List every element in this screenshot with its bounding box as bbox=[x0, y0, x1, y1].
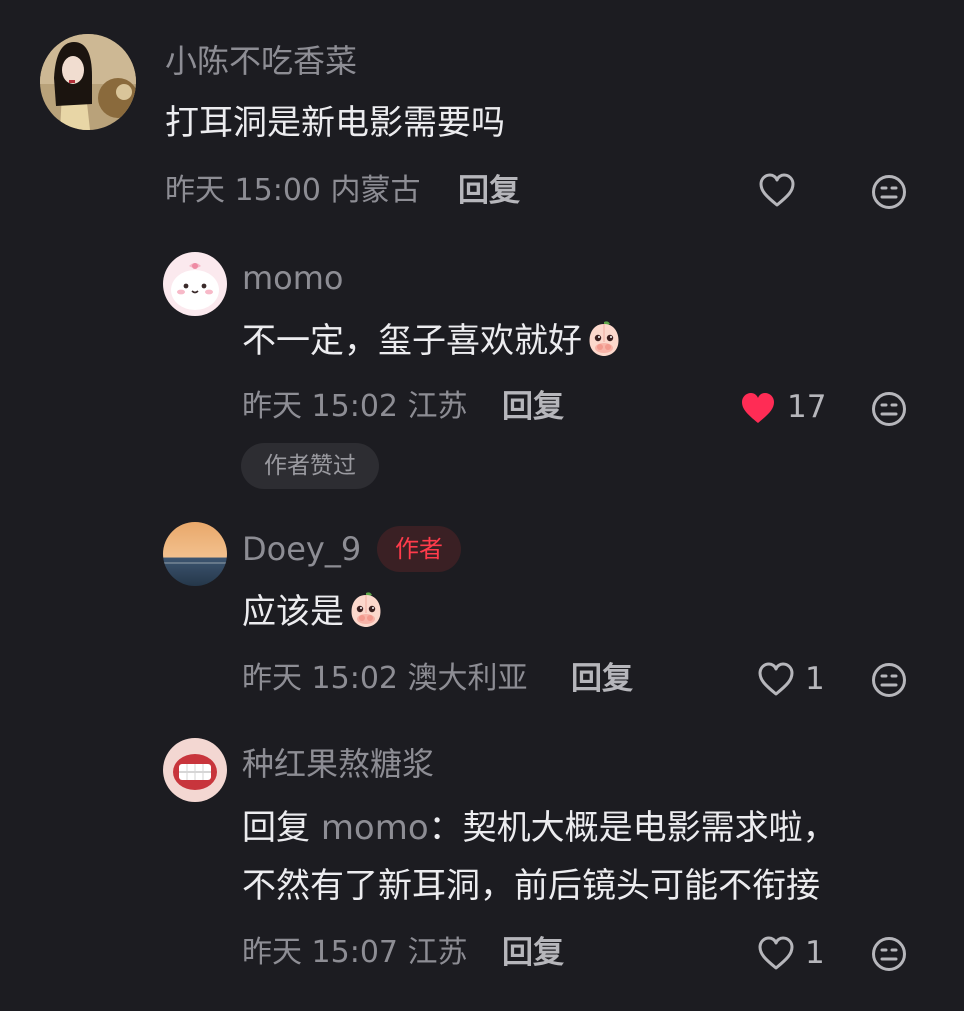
meh-face-icon[interactable] bbox=[871, 174, 907, 210]
username[interactable]: 种红果熬糖浆 bbox=[242, 744, 434, 784]
username[interactable]: Doey_9 bbox=[242, 529, 361, 569]
comment-time: 昨天 15:00 bbox=[165, 173, 321, 208]
like-count: 1 bbox=[805, 661, 825, 697]
comment-text-body: 应该是 bbox=[242, 592, 344, 632]
meh-face-icon[interactable] bbox=[871, 391, 907, 427]
avatar-user-3[interactable] bbox=[163, 522, 227, 586]
username[interactable]: 小陈不吃香菜 bbox=[165, 41, 357, 81]
peach-covering-mouth-emoji bbox=[346, 589, 386, 640]
comment-location: 内蒙古 bbox=[330, 173, 421, 208]
reply-button[interactable]: 回复 bbox=[571, 659, 633, 699]
comment-thread: 小陈不吃香菜 打耳洞是新电影需要吗 昨天 15:00 内蒙古 回复 momo 不… bbox=[0, 0, 964, 1011]
comment-time: 昨天 15:02 bbox=[242, 661, 398, 696]
mention-username[interactable]: momo bbox=[321, 808, 429, 848]
comment-location: 江苏 bbox=[407, 935, 468, 970]
username[interactable]: momo bbox=[242, 258, 344, 298]
reply-colon: ： bbox=[428, 808, 463, 848]
avatar-user-4[interactable] bbox=[163, 738, 227, 802]
comment-text: 回复 momo：契机大概是电影需求啦， bbox=[242, 806, 837, 850]
comment-time: 昨天 15:02 bbox=[242, 389, 398, 424]
heart-outline-icon[interactable] bbox=[758, 172, 796, 208]
like-count: 17 bbox=[787, 389, 827, 425]
comment-text-body: 不一定，玺子喜欢就好 bbox=[242, 321, 582, 361]
heart-outline-icon[interactable] bbox=[757, 661, 795, 697]
avatar-user-2[interactable] bbox=[163, 252, 227, 316]
author-liked-badge: 作者赞过 bbox=[241, 443, 379, 489]
comment-location: 江苏 bbox=[407, 389, 468, 424]
author-tag: 作者 bbox=[377, 526, 461, 572]
heart-filled-icon[interactable] bbox=[739, 390, 777, 426]
comment-text: 不一定，玺子喜欢就好 bbox=[242, 318, 624, 369]
meh-face-icon[interactable] bbox=[871, 662, 907, 698]
like-count: 1 bbox=[805, 935, 825, 971]
comment-meta: 昨天 15:02 江苏 bbox=[242, 387, 468, 427]
reply-button[interactable]: 回复 bbox=[458, 171, 520, 211]
peach-covering-mouth-emoji bbox=[584, 318, 624, 369]
reply-button[interactable]: 回复 bbox=[502, 933, 564, 973]
comment-text: 打耳洞是新电影需要吗 bbox=[165, 103, 505, 143]
comment-time: 昨天 15:07 bbox=[242, 935, 398, 970]
comment-location: 澳大利亚 bbox=[407, 661, 528, 696]
comment-text-line-2: 不然有了新耳洞，前后镜头可能不衔接 bbox=[242, 866, 820, 906]
heart-outline-icon[interactable] bbox=[757, 935, 795, 971]
meh-face-icon[interactable] bbox=[871, 936, 907, 972]
reply-button[interactable]: 回复 bbox=[502, 387, 564, 427]
reply-prefix: 回复 bbox=[242, 808, 310, 848]
comment-text: 应该是 bbox=[242, 589, 386, 640]
avatar-user-1[interactable] bbox=[40, 34, 136, 130]
comment-meta: 昨天 15:02 澳大利亚 bbox=[242, 659, 528, 699]
comment-meta: 昨天 15:00 内蒙古 bbox=[165, 171, 421, 211]
comment-meta: 昨天 15:07 江苏 bbox=[242, 933, 468, 973]
comment-text-line-1: 契机大概是电影需求啦， bbox=[462, 808, 837, 848]
